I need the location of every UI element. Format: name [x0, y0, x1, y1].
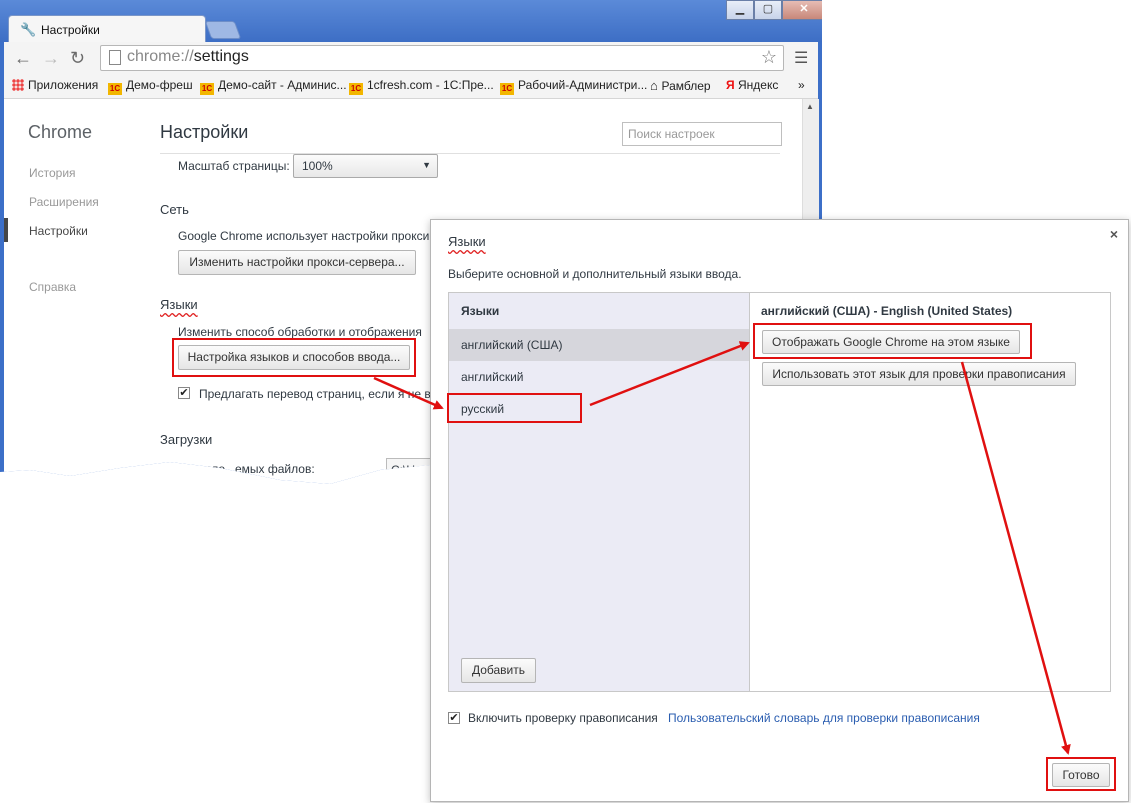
home-icon: ⌂	[650, 78, 662, 93]
dialog-title: Языки	[448, 234, 486, 249]
close-window-button[interactable]: ✕	[782, 0, 822, 20]
languages-section-title: Языки	[160, 297, 198, 312]
page-icon	[109, 50, 121, 65]
custom-dictionary-link[interactable]: Пользовательский словарь для проверки пр…	[668, 711, 980, 725]
search-placeholder: Поиск настроек	[628, 127, 715, 141]
new-tab-button[interactable]	[204, 21, 242, 39]
languages-description: Изменить способ обработки и отображения	[178, 325, 422, 339]
bookmark-1cfresh[interactable]: 1С 1cfresh.com - 1С:Пре...	[349, 78, 494, 95]
highlight-done-button	[1046, 757, 1116, 791]
bookmark-yandex[interactable]: Я Яндекс	[726, 78, 778, 92]
bookmark-work-admin[interactable]: 1С Рабочий-Администри...	[500, 78, 647, 95]
downloads-section-title: Загрузки	[160, 432, 213, 447]
bookmark-label: Приложения	[28, 78, 99, 92]
language-list-header: Языки	[461, 304, 500, 318]
bookmarks-more-button[interactable]: »	[798, 78, 805, 92]
highlight-russian-item	[447, 393, 582, 423]
bookmark-label: 1cfresh.com - 1С:Пре...	[367, 78, 494, 92]
bookmarks-bar: Приложения 1С Демо-фреш 1С Демо-сайт - Адм…	[4, 74, 818, 99]
apps-icon	[12, 79, 24, 91]
forward-icon[interactable]: →	[42, 48, 60, 68]
menu-icon[interactable]: ☰	[794, 48, 808, 68]
minimize-button[interactable]: ▁	[726, 0, 754, 20]
dialog-close-button[interactable]: ×	[1110, 226, 1118, 242]
translate-label: Предлагать перевод страниц, если я не вл	[199, 387, 438, 401]
language-item-en-us[interactable]: английский (США)	[449, 329, 749, 361]
header-divider	[160, 153, 780, 154]
spellcheck-label: Включить проверку правописания	[468, 711, 658, 725]
scroll-up-icon[interactable]: ▲	[806, 102, 814, 111]
downloads-label: Располо...емых файлов:	[178, 462, 315, 476]
url-text: chrome://settings	[127, 48, 249, 66]
bookmark-demo-fresh[interactable]: 1С Демо-фреш	[108, 78, 193, 95]
back-icon[interactable]: ←	[14, 48, 32, 68]
1c-icon: 1С	[349, 83, 363, 95]
network-description: Google Chrome использует настройки прокс…	[178, 229, 430, 243]
use-for-spellcheck-button[interactable]: Использовать этот язык для проверки прав…	[762, 362, 1076, 386]
language-list: Языки английский (США) английский русски…	[448, 292, 750, 692]
bookmark-label: Рамблер	[661, 79, 711, 93]
highlight-display-button	[753, 323, 1032, 359]
1c-icon: 1С	[108, 83, 122, 95]
bookmark-label: Демо-сайт - Админис...	[218, 78, 347, 92]
sidebar-selection-indicator	[4, 218, 8, 242]
bookmark-rambler[interactable]: ⌂ Рамблер	[650, 78, 711, 93]
network-section-title: Сеть	[160, 202, 189, 217]
1c-icon: 1С	[500, 83, 514, 95]
bookmark-label: Демо-фреш	[126, 78, 193, 92]
chevron-down-icon: ▼	[422, 160, 431, 170]
add-language-button[interactable]: Добавить	[461, 658, 536, 683]
language-item-en[interactable]: английский	[449, 361, 749, 393]
address-bar[interactable]: chrome://settings ☆	[100, 45, 784, 71]
bookmark-star-icon[interactable]: ☆	[761, 47, 777, 68]
zoom-value: 100%	[302, 159, 333, 173]
sidebar-item-help[interactable]: Справка	[29, 280, 76, 294]
bookmark-label: Яндекс	[737, 78, 779, 92]
downloads-path-value: C:\Us	[391, 463, 421, 477]
tab-settings[interactable]: 🔧 Настройки	[8, 15, 206, 44]
sidebar-item-settings[interactable]: Настройки	[29, 224, 88, 238]
highlight-language-settings	[172, 338, 416, 377]
yandex-icon: Я	[726, 78, 738, 92]
language-details-title: английский (США) - English (United State…	[761, 304, 1013, 318]
1c-icon: 1С	[200, 83, 214, 95]
spellcheck-checkbox[interactable]: ✔	[448, 712, 460, 724]
dialog-subtitle: Выберите основной и дополнительный языки…	[448, 267, 742, 281]
bookmark-apps[interactable]: Приложения	[12, 78, 98, 92]
proxy-settings-button[interactable]: Изменить настройки прокси-сервера...	[178, 250, 416, 275]
tab-title: Настройки	[41, 23, 100, 37]
toolbar: ← → ↻ chrome://settings ☆ ☰	[4, 42, 818, 74]
zoom-label: Масштаб страницы:	[178, 159, 290, 173]
reload-icon[interactable]: ↻	[70, 48, 85, 68]
languages-dialog: × Языки Выберите основной и дополнительн…	[430, 219, 1129, 802]
sidebar-item-history[interactable]: История	[29, 166, 76, 180]
bookmark-demo-site[interactable]: 1С Демо-сайт - Админис...	[200, 78, 347, 95]
zoom-select[interactable]: 100% ▼	[293, 154, 438, 178]
page-title: Настройки	[160, 122, 249, 142]
url-path: settings	[193, 48, 249, 65]
sidebar-item-extensions[interactable]: Расширения	[29, 195, 99, 209]
url-scheme: chrome://	[127, 48, 194, 65]
maximize-button[interactable]: ▢	[754, 0, 782, 20]
settings-search-input[interactable]: Поиск настроек	[622, 122, 782, 146]
wrench-icon: 🔧	[20, 22, 37, 37]
sidebar-brand: Chrome	[28, 122, 93, 142]
window-controls: ▁ ▢ ✕	[726, 0, 822, 20]
translate-checkbox[interactable]: ✔	[178, 387, 190, 399]
bookmark-label: Рабочий-Администри...	[518, 78, 648, 92]
